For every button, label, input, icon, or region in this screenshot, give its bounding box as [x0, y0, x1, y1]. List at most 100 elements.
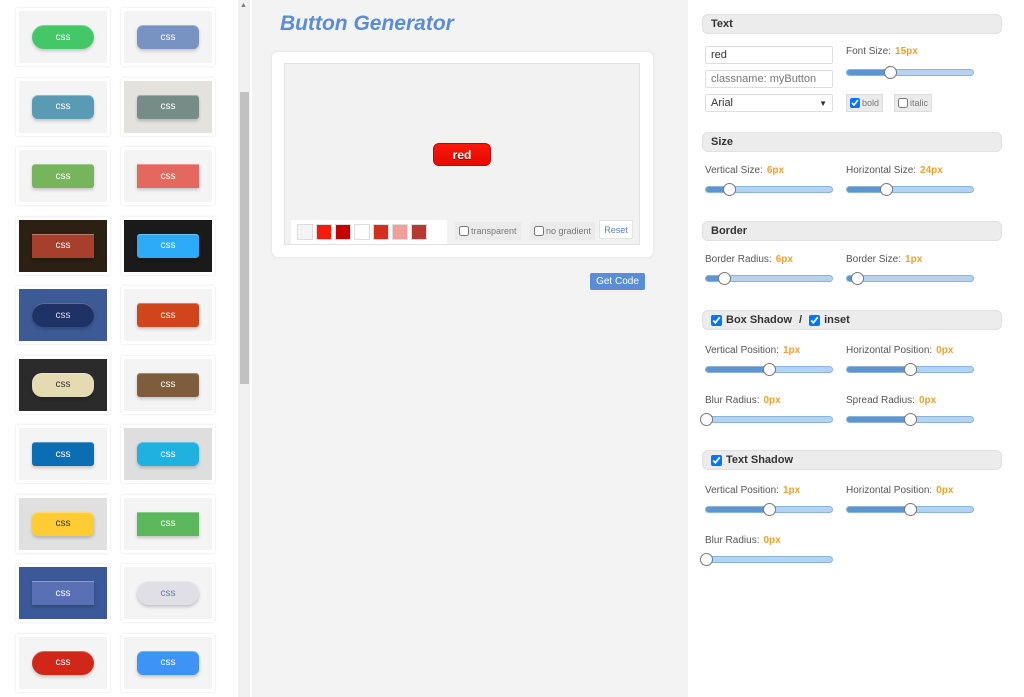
classname-input[interactable] — [705, 70, 833, 88]
slider-thumb[interactable] — [722, 183, 736, 196]
gallery-button-sample: css — [32, 94, 94, 119]
gallery-button-sample: css — [137, 581, 199, 605]
slider-thumb[interactable] — [851, 272, 865, 285]
slider-thumb[interactable] — [700, 553, 713, 566]
bold-label: bold — [862, 98, 880, 108]
ts-vpos-slider[interactable] — [705, 503, 833, 516]
text-shadow-checkbox[interactable] — [711, 454, 722, 466]
chevron-down-icon: ▼ — [819, 98, 827, 108]
color-swatch[interactable] — [411, 224, 427, 240]
slider-fill — [847, 507, 910, 512]
bs-hpos-slider[interactable] — [846, 363, 974, 376]
gallery-tile[interactable]: css — [121, 147, 215, 205]
text-input[interactable] — [705, 46, 833, 64]
preview-card: red transparent no gradient Reset — [272, 52, 653, 257]
gallery-tile[interactable]: css — [16, 564, 110, 622]
scroll-up-arrow-icon[interactable]: ▲ — [240, 2, 247, 9]
slider-thumb[interactable] — [883, 66, 897, 79]
slider-thumb[interactable] — [904, 503, 917, 516]
gallery-button-sample: css — [32, 303, 94, 327]
main-area: Button Generator red transparent no grad… — [252, 0, 688, 697]
gallery-tile[interactable]: css — [121, 77, 215, 136]
no-gradient-checkbox[interactable]: no gradient — [530, 222, 596, 240]
gallery-tile[interactable]: css — [16, 425, 110, 483]
font-select[interactable]: Arial ▼ — [705, 94, 833, 112]
gallery-button-sample: css — [32, 372, 94, 397]
bradius-slider[interactable] — [705, 272, 833, 285]
color-swatch[interactable] — [373, 224, 389, 240]
slider-thumb[interactable] — [880, 183, 894, 196]
font-size-label: Font Size: 15px — [846, 46, 918, 57]
slider-thumb[interactable] — [763, 503, 776, 516]
gallery-tile[interactable]: css — [16, 216, 110, 275]
bs-spread-label: Spread Radius: 0px — [846, 395, 937, 406]
box-shadow-checkbox[interactable] — [711, 314, 722, 326]
gallery-tile[interactable]: css — [121, 564, 215, 622]
gallery-button-sample: css — [137, 511, 199, 536]
preview-area: red transparent no gradient Reset — [284, 63, 640, 245]
bsize-slider[interactable] — [846, 272, 974, 285]
slider-thumb[interactable] — [717, 272, 731, 285]
border-size-label: Border Size: 1px — [846, 254, 923, 265]
font-size-slider[interactable] — [846, 66, 974, 79]
slider-thumb[interactable] — [763, 363, 776, 376]
horizontal-size-label: Horizontal Size: 24px — [846, 165, 943, 176]
vsize-slider[interactable] — [705, 183, 833, 196]
gallery-tile[interactable]: css — [16, 286, 110, 344]
gallery-button-sample: css — [32, 650, 94, 675]
slider-thumb[interactable] — [904, 363, 917, 376]
reset-button[interactable]: Reset — [599, 220, 633, 239]
slider-fill — [706, 367, 769, 372]
color-swatch[interactable] — [392, 224, 408, 240]
bold-checkbox[interactable]: bold — [846, 94, 884, 112]
slider-thumb[interactable] — [904, 413, 917, 426]
gallery-tile[interactable]: css — [121, 355, 215, 414]
no-gradient-label: no gradient — [546, 226, 592, 236]
get-code-button[interactable]: Get Code — [590, 273, 645, 290]
gallery-tile[interactable]: css — [121, 633, 215, 692]
bs-blur-slider[interactable] — [700, 413, 833, 426]
inset-checkbox[interactable] — [809, 314, 821, 326]
ts-blur-slider[interactable] — [700, 553, 833, 566]
slider-fill — [706, 507, 769, 512]
gallery-tile[interactable]: css — [121, 286, 215, 344]
ts-vertical-label: Vertical Position: 1px — [705, 485, 801, 496]
gallery-tile[interactable]: css — [121, 216, 215, 275]
gallery-button-sample: css — [32, 511, 94, 536]
gallery-button-sample: css — [137, 372, 199, 397]
bs-vpos-slider[interactable] — [705, 363, 833, 376]
button-gallery: css css css css css css css css css css css css css c… — [0, 0, 252, 697]
color-swatch[interactable] — [316, 224, 332, 240]
italic-checkbox[interactable]: italic — [894, 94, 933, 112]
color-swatches — [291, 220, 447, 244]
gallery-tile[interactable]: css — [16, 147, 110, 205]
font-value: Arial — [711, 97, 734, 109]
hsize-slider[interactable] — [846, 183, 974, 196]
bs-spread-slider[interactable] — [846, 413, 974, 426]
gallery-tile[interactable]: css — [121, 494, 215, 553]
gallery-tile[interactable]: css — [16, 494, 110, 553]
slider-fill — [847, 367, 910, 372]
settings-panel: Text Arial ▼ Font Size:15px bold italic S… — [688, 0, 1024, 697]
gallery-tile[interactable]: css — [16, 633, 110, 692]
gallery-tile[interactable]: css — [121, 8, 215, 66]
gallery-button-sample: css — [137, 233, 199, 258]
transparent-checkbox[interactable]: transparent — [455, 222, 521, 240]
ts-hpos-slider[interactable] — [846, 503, 974, 516]
section-text: Text — [702, 14, 1002, 34]
gallery-tile[interactable]: css — [16, 355, 110, 414]
slider-thumb[interactable] — [700, 413, 713, 426]
ts-blur-label: Blur Radius: 0px — [705, 535, 781, 546]
bs-vertical-label: Vertical Position: 1px — [705, 345, 801, 356]
scrollbar-thumb[interactable] — [240, 92, 249, 384]
color-swatch[interactable] — [354, 224, 370, 240]
gallery-tile[interactable]: css — [16, 77, 110, 136]
gallery-button-sample: css — [137, 94, 199, 119]
slider-fill — [847, 417, 910, 422]
color-swatch[interactable] — [297, 224, 313, 240]
gallery-tile[interactable]: css — [121, 425, 215, 483]
gallery-tile[interactable]: css — [16, 8, 110, 66]
preview-button[interactable]: red — [433, 143, 491, 166]
gallery-button-sample: css — [137, 442, 199, 466]
color-swatch[interactable] — [335, 224, 351, 240]
